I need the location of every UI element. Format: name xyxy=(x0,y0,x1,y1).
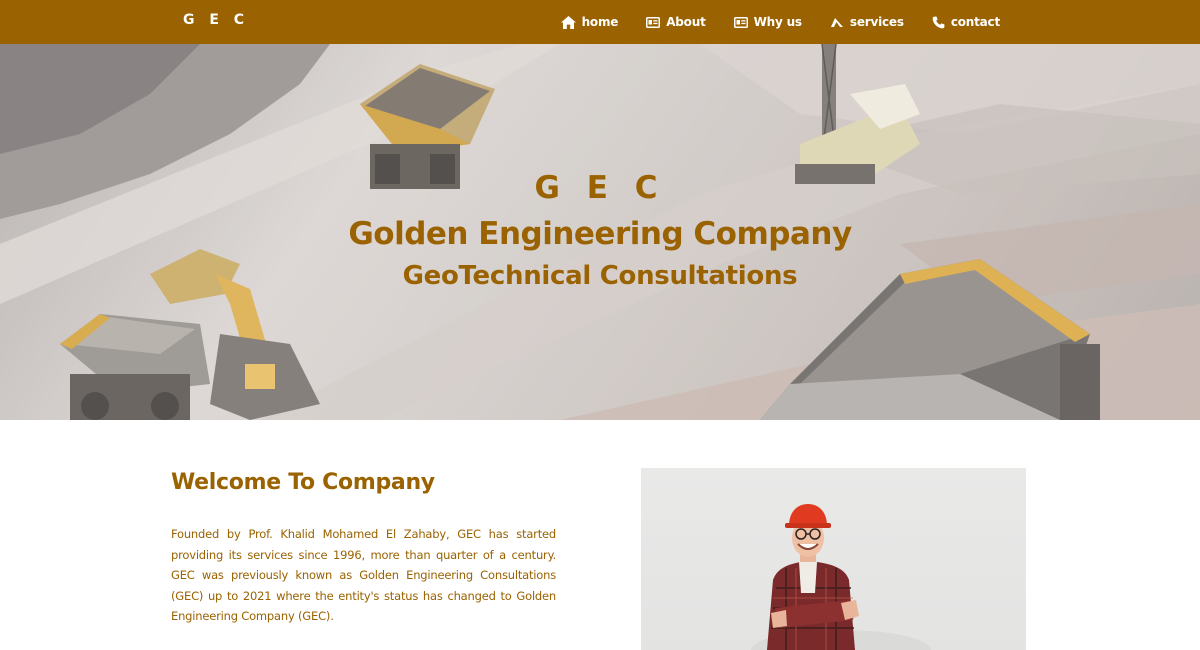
welcome-heading: Welcome To Company xyxy=(171,470,435,495)
hero-banner: G E C Golden Engineering Company GeoTech… xyxy=(0,44,1200,420)
hero-text: G E C Golden Engineering Company GeoTech… xyxy=(0,168,1200,296)
nav-link-about[interactable]: About xyxy=(646,15,706,29)
nav-link-why-us[interactable]: Why us xyxy=(733,15,802,29)
hero-title: Golden Engineering Company xyxy=(348,216,852,252)
engineer-photo xyxy=(641,468,1026,650)
hero-subtitle: GeoTechnical Consultations xyxy=(402,261,798,291)
id-card-icon xyxy=(646,16,661,28)
welcome-body: Founded by Prof. Khalid Mohamed El Zahab… xyxy=(171,527,556,623)
nav-link-label: contact xyxy=(950,15,1000,29)
engineer-illustration xyxy=(751,504,931,650)
nav-link-contact[interactable]: contact xyxy=(932,15,1000,29)
nav-link-label: Why us xyxy=(753,15,802,29)
phone-icon xyxy=(932,16,945,29)
nav-links: home About Why us services contact xyxy=(560,0,1000,44)
home-icon xyxy=(560,15,576,29)
nav-link-label: services xyxy=(849,15,904,29)
id-card-icon xyxy=(733,16,748,28)
services-icon xyxy=(830,17,844,28)
brand-logo-link[interactable]: G E C xyxy=(183,12,249,28)
nav-link-label: home xyxy=(581,15,619,29)
hero-abbreviation: G E C xyxy=(534,170,666,206)
top-navbar: G E C home About Why us services contact xyxy=(0,0,1200,44)
nav-link-services[interactable]: services xyxy=(830,15,904,29)
nav-link-home[interactable]: home xyxy=(560,15,619,29)
nav-link-label: About xyxy=(666,15,706,29)
